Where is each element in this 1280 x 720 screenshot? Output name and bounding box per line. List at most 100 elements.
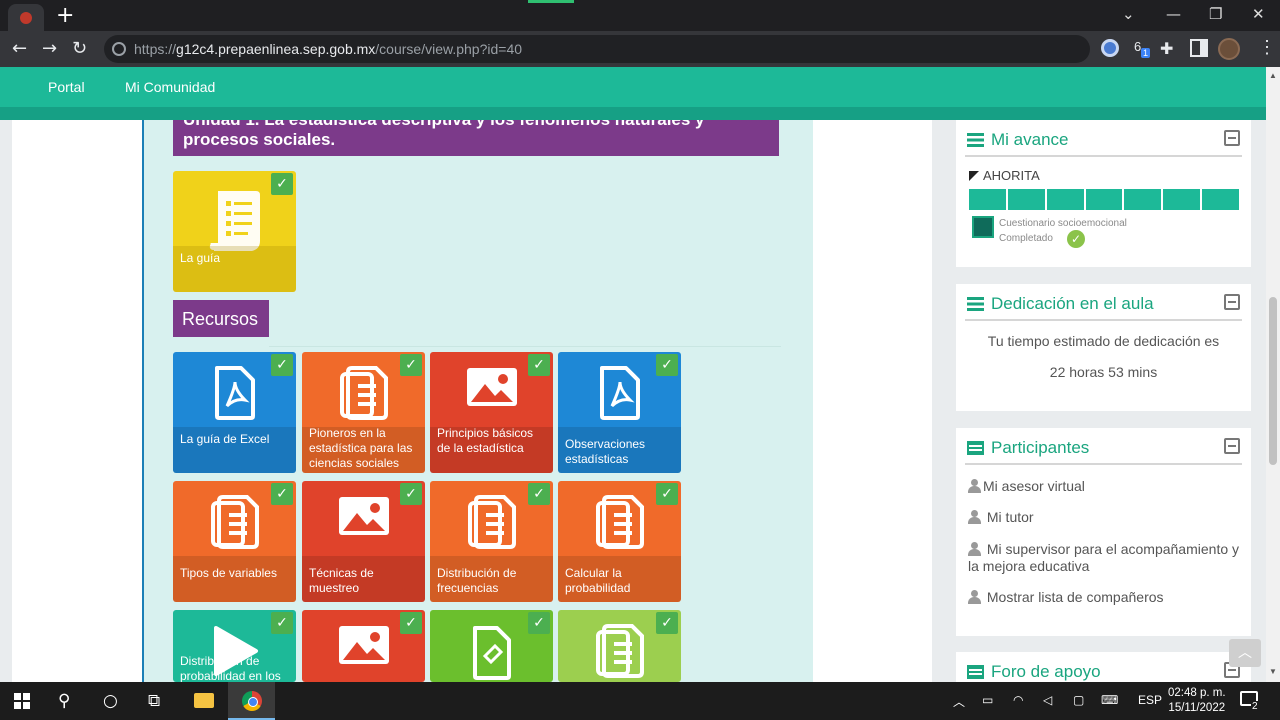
resource-tile[interactable]: Principios básicos de la estadística ✓ [430,352,553,473]
tab-search-icon[interactable]: ⌄ [1122,5,1135,23]
extensions-puzzle-icon[interactable]: ✚ [1160,39,1178,58]
resource-tile[interactable]: Técnicas de muestreo ✓ [302,481,425,602]
current-marker: AHORITA [969,168,1040,183]
resource-tile[interactable]: ✓ [430,610,553,682]
completed-check-icon[interactable]: ✓ [271,612,293,634]
scroll-up-icon[interactable]: ▲ [1269,71,1277,80]
profile-avatar[interactable] [1218,38,1240,60]
divider [269,346,781,347]
participant-link-supervisor[interactable]: Mi supervisor para el acompañamiento y l… [968,541,1243,575]
url-text[interactable]: https://g12c4.prepaenlinea.sep.gob.mx/co… [134,41,522,57]
tile-label: Distribución de probabilidad en los [180,654,281,682]
flag-icon [969,171,979,181]
page-scrollbar[interactable]: ▲ ▼ [1266,67,1280,682]
completed-check-icon[interactable]: ✓ [656,354,678,376]
completed-check-icon[interactable]: ✓ [656,612,678,634]
battery-icon[interactable]: ▭ [982,693,993,707]
completed-check-icon[interactable]: ✓ [400,483,422,505]
tile-label: La guía [180,251,221,265]
back-to-top-button[interactable]: ︿ [1229,639,1261,667]
completed-check-icon[interactable]: ✓ [528,612,550,634]
scrollbar-thumb[interactable] [1269,297,1277,465]
cortana-icon[interactable]: ○ [103,691,118,711]
completed-check-icon[interactable]: ✓ [528,483,550,505]
notification-count: 2 [1251,701,1259,712]
resource-tile[interactable]: La guía de Excel ✓ [173,352,296,473]
resource-tile[interactable]: Calcular la probabilidad ✓ [558,481,681,602]
tile-label: Calcular la probabilidad [565,566,631,595]
tile-label: Distribución de frecuencias [437,566,517,595]
browser-menu-icon[interactable]: ⋮ [1258,37,1276,58]
completed-check-icon[interactable]: ✓ [528,354,550,376]
extension-shield-icon[interactable] [1101,39,1119,57]
activity-name[interactable]: Cuestionario socioemocional [999,216,1127,231]
task-view-icon[interactable]: ⧉ [148,691,160,711]
extension-counter-icon[interactable]: 61 [1134,39,1152,58]
speaker-icon[interactable]: ◁ [1043,693,1052,707]
site-info-icon[interactable] [112,42,126,56]
block-header: Dedicación en el aula [965,294,1242,321]
taskbar-clock[interactable]: 02:48 p. m. 15/11/2022 [1168,686,1226,716]
clock-date: 15/11/2022 [1168,702,1226,714]
new-tab-icon[interactable]: + [56,3,74,28]
completed-check-icon[interactable]: ✓ [400,612,422,634]
progress-segment [1046,189,1084,210]
block-header: Participantes [965,438,1242,465]
participant-link-classmates[interactable]: Mostrar lista de compañeros [968,589,1164,606]
completed-check-icon[interactable]: ✓ [656,483,678,505]
language-indicator[interactable]: ESP [1138,693,1162,707]
restore-icon[interactable]: ❐ [1209,5,1222,23]
nav-portal-link[interactable]: Portal [48,79,85,95]
nav-mi-comunidad-link[interactable]: Mi Comunidad [125,79,215,95]
progress-segment [1202,189,1240,210]
completed-check-icon[interactable]: ✓ [271,483,293,505]
browser-tab-bar: + ⌄ — ❐ ✕ [0,0,1280,31]
windows-start-icon[interactable] [14,693,30,709]
show-hidden-icons-icon[interactable]: ︿ [953,693,965,710]
side-panel-icon[interactable] [1190,39,1208,57]
close-window-icon[interactable]: ✕ [1252,5,1265,23]
remote-desktop-icon[interactable]: ▢ [1073,693,1084,707]
participant-link-tutor[interactable]: Mi tutor [968,509,1034,526]
scroll-down-icon[interactable]: ▼ [1269,667,1277,676]
site-favicon-icon [20,12,32,24]
activity-info: Cuestionario socioemocional Completado [999,216,1127,246]
resource-tile[interactable]: Observaciones estadísticas ✓ [558,352,681,473]
minimize-icon[interactable]: — [1166,5,1181,23]
table-icon [967,665,984,679]
resource-tile[interactable]: ✓ [302,610,425,682]
browser-tab[interactable] [8,4,44,31]
file-explorer-icon[interactable] [194,693,214,708]
reload-icon[interactable]: ↻ [72,38,87,59]
quiz-icon[interactable] [972,216,994,238]
completed-check-icon[interactable]: ✓ [400,354,422,376]
block-title: Mi avance [991,130,1069,149]
resource-tile[interactable]: Pioneros en la estadística para las cien… [302,352,425,473]
keyboard-icon[interactable]: ⌨ [1101,693,1118,707]
resources-heading: Recursos [173,300,269,337]
collapse-icon[interactable] [1224,438,1240,454]
back-icon[interactable]: ← [12,38,27,59]
forward-icon[interactable]: → [42,38,57,59]
guide-tile[interactable]: La guía ✓ [173,171,296,292]
tile-label: Principios básicos de la estadística [437,426,534,455]
wifi-icon[interactable]: ◠ [1013,693,1023,707]
resource-tile[interactable]: ✓ [558,610,681,682]
current-label: AHORITA [983,168,1040,183]
progress-segment [1124,189,1162,210]
clock-time: 02:48 p. m. [1168,687,1226,699]
completed-check-icon[interactable]: ✓ [271,354,293,376]
participant-link-asesor[interactable]: Mi asesor virtual [968,478,1085,495]
search-icon[interactable]: ⚲ [58,691,70,711]
chrome-icon[interactable] [242,691,262,711]
list-icon [967,133,984,147]
address-bar[interactable]: https://g12c4.prepaenlinea.sep.gob.mx/co… [104,35,1090,63]
collapse-icon[interactable] [1224,130,1240,146]
completed-check-icon[interactable]: ✓ [271,173,293,195]
resource-tile[interactable]: Tipos de variables ✓ [173,481,296,602]
participant-link-label: Mi tutor [986,509,1034,525]
participant-link-label: Mi supervisor para el acompañamiento y l… [968,541,1240,574]
collapse-icon[interactable] [1224,294,1240,310]
resource-tile[interactable]: Distribución de probabilidad en los ✓ [173,610,296,682]
resource-tile[interactable]: Distribución de frecuencias ✓ [430,481,553,602]
